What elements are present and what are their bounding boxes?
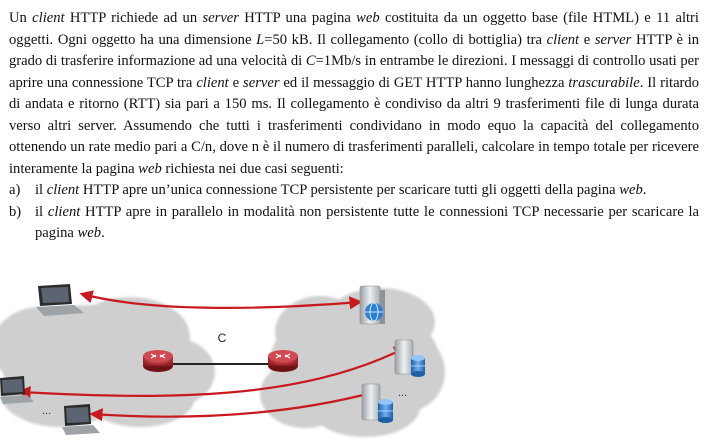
case-b: b) il client HTTP apre in parallelo in m… — [9, 202, 699, 245]
italic-term: client — [32, 10, 65, 26]
italic-term: web — [619, 182, 643, 198]
italic-term: web — [356, 10, 380, 26]
text-run: . — [101, 225, 105, 241]
case-b-label: b) — [9, 203, 22, 220]
text-run: ed il messaggio di GET HTTP hanno lunghe… — [279, 74, 569, 91]
italic-term: server — [243, 74, 280, 91]
text-run: il — [35, 182, 47, 198]
italic-term: web — [138, 160, 162, 177]
text-run: HTTP apre un’unica connessione TCP persi… — [79, 182, 620, 198]
italic-term: client — [47, 203, 81, 220]
italic-term: C — [305, 53, 316, 69]
text-run: richiesta nei due casi seguenti: — [161, 160, 344, 177]
problem-statement: Un client HTTP richiede ad un server HTT… — [9, 8, 699, 180]
network-diagram: C ... ... — [0, 284, 445, 437]
case-b-text: il client HTTP apre in parallelo in moda… — [35, 204, 699, 242]
text-run: il — [35, 203, 48, 220]
italic-term: client — [546, 31, 580, 48]
italic-term: L — [256, 31, 265, 48]
text-run: e — [579, 31, 595, 48]
laptop-icon — [36, 284, 84, 316]
italic-term: web — [77, 225, 102, 241]
case-a-label: a) — [9, 182, 21, 198]
italic-term: client — [196, 74, 229, 91]
case-a-text: il client HTTP apre un’unica connessione… — [35, 182, 646, 198]
italic-term: trascurabile — [568, 74, 640, 91]
text-run: =50 kB. Il collegamento (collo di bottig… — [264, 31, 547, 48]
left-cloud — [0, 297, 215, 427]
clients-ellipsis: ... — [42, 405, 51, 417]
text-run: Un — [9, 10, 33, 26]
router-icon — [143, 350, 173, 372]
exercise-text: Un client HTTP richiede ad un server HTT… — [9, 8, 699, 245]
text-run: HTTP apre in parallelo in modalità non p… — [35, 203, 699, 242]
text-run: HTTP una pagina — [238, 10, 357, 26]
text-run: . — [642, 182, 647, 198]
servers-ellipsis: ... — [398, 387, 407, 399]
italic-term: server — [594, 31, 632, 48]
page: Un client HTTP richiede ad un server HTT… — [0, 0, 706, 447]
case-a: a) il client HTTP apre un’unica connessi… — [9, 180, 699, 202]
text-run: e — [228, 74, 244, 91]
link-label: C — [218, 331, 227, 345]
web-server-icon — [359, 285, 385, 325]
router-icon — [268, 350, 298, 372]
text-run: HTTP richiede ad un — [64, 10, 203, 26]
italic-term: client — [46, 182, 80, 198]
italic-term: server — [202, 10, 239, 26]
